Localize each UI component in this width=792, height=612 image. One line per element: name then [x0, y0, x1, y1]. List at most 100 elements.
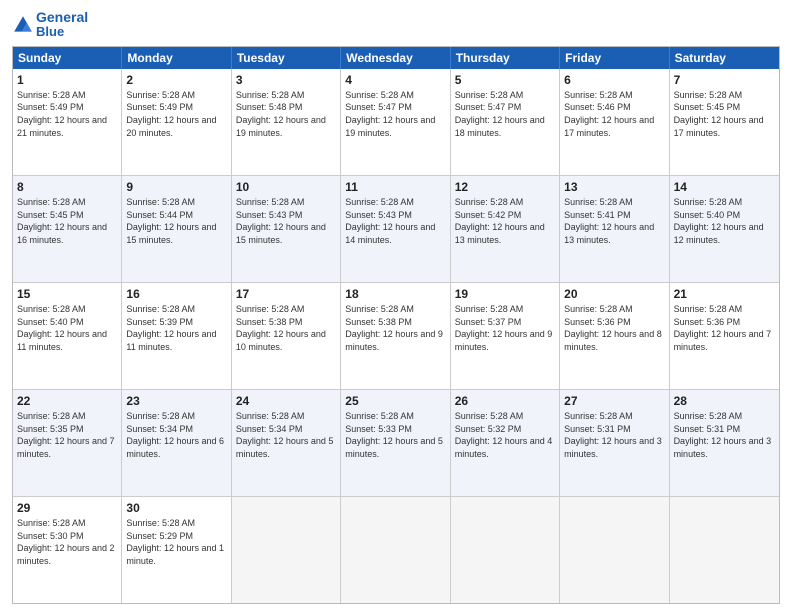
calendar-row: 15 Sunrise: 5:28 AM Sunset: 5:40 PM Dayl…	[13, 283, 779, 390]
calendar-cell: 12 Sunrise: 5:28 AM Sunset: 5:42 PM Dayl…	[451, 176, 560, 282]
day-info: Sunrise: 5:28 AM Sunset: 5:35 PM Dayligh…	[17, 410, 117, 460]
calendar-cell: 18 Sunrise: 5:28 AM Sunset: 5:38 PM Dayl…	[341, 283, 450, 389]
calendar-row: 22 Sunrise: 5:28 AM Sunset: 5:35 PM Dayl…	[13, 390, 779, 497]
day-info: Sunrise: 5:28 AM Sunset: 5:43 PM Dayligh…	[345, 196, 445, 246]
day-number: 18	[345, 286, 445, 302]
logo-icon	[12, 14, 34, 36]
calendar-cell: 29 Sunrise: 5:28 AM Sunset: 5:30 PM Dayl…	[13, 497, 122, 603]
calendar-header: SundayMondayTuesdayWednesdayThursdayFrid…	[13, 47, 779, 69]
calendar-cell: 9 Sunrise: 5:28 AM Sunset: 5:44 PM Dayli…	[122, 176, 231, 282]
calendar: SundayMondayTuesdayWednesdayThursdayFrid…	[12, 46, 780, 604]
calendar-header-cell: Sunday	[13, 47, 122, 69]
calendar-cell: 21 Sunrise: 5:28 AM Sunset: 5:36 PM Dayl…	[670, 283, 779, 389]
calendar-cell: 7 Sunrise: 5:28 AM Sunset: 5:45 PM Dayli…	[670, 69, 779, 175]
day-number: 17	[236, 286, 336, 302]
calendar-cell: 23 Sunrise: 5:28 AM Sunset: 5:34 PM Dayl…	[122, 390, 231, 496]
day-number: 25	[345, 393, 445, 409]
day-number: 6	[564, 72, 664, 88]
calendar-cell: 19 Sunrise: 5:28 AM Sunset: 5:37 PM Dayl…	[451, 283, 560, 389]
day-info: Sunrise: 5:28 AM Sunset: 5:34 PM Dayligh…	[126, 410, 226, 460]
day-info: Sunrise: 5:28 AM Sunset: 5:38 PM Dayligh…	[236, 303, 336, 353]
day-info: Sunrise: 5:28 AM Sunset: 5:45 PM Dayligh…	[674, 89, 775, 139]
calendar-header-cell: Saturday	[670, 47, 779, 69]
calendar-cell: 25 Sunrise: 5:28 AM Sunset: 5:33 PM Dayl…	[341, 390, 450, 496]
day-info: Sunrise: 5:28 AM Sunset: 5:42 PM Dayligh…	[455, 196, 555, 246]
day-number: 13	[564, 179, 664, 195]
calendar-cell: 26 Sunrise: 5:28 AM Sunset: 5:32 PM Dayl…	[451, 390, 560, 496]
day-info: Sunrise: 5:28 AM Sunset: 5:44 PM Dayligh…	[126, 196, 226, 246]
calendar-cell: 8 Sunrise: 5:28 AM Sunset: 5:45 PM Dayli…	[13, 176, 122, 282]
calendar-cell	[560, 497, 669, 603]
day-number: 8	[17, 179, 117, 195]
calendar-cell: 30 Sunrise: 5:28 AM Sunset: 5:29 PM Dayl…	[122, 497, 231, 603]
calendar-cell: 11 Sunrise: 5:28 AM Sunset: 5:43 PM Dayl…	[341, 176, 450, 282]
day-number: 11	[345, 179, 445, 195]
calendar-header-cell: Tuesday	[232, 47, 341, 69]
logo-text-block: General Blue	[36, 10, 88, 40]
calendar-cell: 13 Sunrise: 5:28 AM Sunset: 5:41 PM Dayl…	[560, 176, 669, 282]
day-number: 28	[674, 393, 775, 409]
calendar-header-cell: Thursday	[451, 47, 560, 69]
calendar-cell: 2 Sunrise: 5:28 AM Sunset: 5:49 PM Dayli…	[122, 69, 231, 175]
calendar-cell: 27 Sunrise: 5:28 AM Sunset: 5:31 PM Dayl…	[560, 390, 669, 496]
calendar-cell: 15 Sunrise: 5:28 AM Sunset: 5:40 PM Dayl…	[13, 283, 122, 389]
day-number: 21	[674, 286, 775, 302]
day-number: 15	[17, 286, 117, 302]
day-number: 24	[236, 393, 336, 409]
day-info: Sunrise: 5:28 AM Sunset: 5:29 PM Dayligh…	[126, 517, 226, 567]
day-info: Sunrise: 5:28 AM Sunset: 5:30 PM Dayligh…	[17, 517, 117, 567]
calendar-cell: 28 Sunrise: 5:28 AM Sunset: 5:31 PM Dayl…	[670, 390, 779, 496]
calendar-cell	[341, 497, 450, 603]
day-number: 10	[236, 179, 336, 195]
day-info: Sunrise: 5:28 AM Sunset: 5:49 PM Dayligh…	[17, 89, 117, 139]
calendar-cell	[670, 497, 779, 603]
day-number: 9	[126, 179, 226, 195]
day-info: Sunrise: 5:28 AM Sunset: 5:45 PM Dayligh…	[17, 196, 117, 246]
calendar-cell: 16 Sunrise: 5:28 AM Sunset: 5:39 PM Dayl…	[122, 283, 231, 389]
day-info: Sunrise: 5:28 AM Sunset: 5:36 PM Dayligh…	[564, 303, 664, 353]
calendar-cell	[232, 497, 341, 603]
calendar-header-cell: Monday	[122, 47, 231, 69]
calendar-cell: 22 Sunrise: 5:28 AM Sunset: 5:35 PM Dayl…	[13, 390, 122, 496]
calendar-row: 1 Sunrise: 5:28 AM Sunset: 5:49 PM Dayli…	[13, 69, 779, 176]
calendar-cell: 20 Sunrise: 5:28 AM Sunset: 5:36 PM Dayl…	[560, 283, 669, 389]
day-info: Sunrise: 5:28 AM Sunset: 5:36 PM Dayligh…	[674, 303, 775, 353]
day-number: 29	[17, 500, 117, 516]
day-info: Sunrise: 5:28 AM Sunset: 5:32 PM Dayligh…	[455, 410, 555, 460]
day-info: Sunrise: 5:28 AM Sunset: 5:49 PM Dayligh…	[126, 89, 226, 139]
calendar-cell: 24 Sunrise: 5:28 AM Sunset: 5:34 PM Dayl…	[232, 390, 341, 496]
day-number: 3	[236, 72, 336, 88]
calendar-cell: 17 Sunrise: 5:28 AM Sunset: 5:38 PM Dayl…	[232, 283, 341, 389]
day-number: 1	[17, 72, 117, 88]
page: General Blue SundayMondayTuesdayWednesda…	[0, 0, 792, 612]
day-number: 26	[455, 393, 555, 409]
day-info: Sunrise: 5:28 AM Sunset: 5:48 PM Dayligh…	[236, 89, 336, 139]
calendar-cell: 6 Sunrise: 5:28 AM Sunset: 5:46 PM Dayli…	[560, 69, 669, 175]
calendar-cell: 4 Sunrise: 5:28 AM Sunset: 5:47 PM Dayli…	[341, 69, 450, 175]
calendar-row: 29 Sunrise: 5:28 AM Sunset: 5:30 PM Dayl…	[13, 497, 779, 603]
day-info: Sunrise: 5:28 AM Sunset: 5:41 PM Dayligh…	[564, 196, 664, 246]
day-number: 20	[564, 286, 664, 302]
day-number: 22	[17, 393, 117, 409]
calendar-cell: 3 Sunrise: 5:28 AM Sunset: 5:48 PM Dayli…	[232, 69, 341, 175]
day-number: 27	[564, 393, 664, 409]
calendar-cell: 10 Sunrise: 5:28 AM Sunset: 5:43 PM Dayl…	[232, 176, 341, 282]
header: General Blue	[12, 10, 780, 40]
calendar-cell	[451, 497, 560, 603]
calendar-header-cell: Friday	[560, 47, 669, 69]
day-info: Sunrise: 5:28 AM Sunset: 5:43 PM Dayligh…	[236, 196, 336, 246]
day-number: 16	[126, 286, 226, 302]
day-info: Sunrise: 5:28 AM Sunset: 5:47 PM Dayligh…	[455, 89, 555, 139]
day-number: 19	[455, 286, 555, 302]
day-info: Sunrise: 5:28 AM Sunset: 5:33 PM Dayligh…	[345, 410, 445, 460]
calendar-header-cell: Wednesday	[341, 47, 450, 69]
calendar-cell: 5 Sunrise: 5:28 AM Sunset: 5:47 PM Dayli…	[451, 69, 560, 175]
logo: General Blue	[12, 10, 88, 40]
day-number: 14	[674, 179, 775, 195]
day-info: Sunrise: 5:28 AM Sunset: 5:31 PM Dayligh…	[564, 410, 664, 460]
day-number: 2	[126, 72, 226, 88]
day-number: 30	[126, 500, 226, 516]
day-info: Sunrise: 5:28 AM Sunset: 5:40 PM Dayligh…	[17, 303, 117, 353]
calendar-cell: 14 Sunrise: 5:28 AM Sunset: 5:40 PM Dayl…	[670, 176, 779, 282]
day-number: 12	[455, 179, 555, 195]
